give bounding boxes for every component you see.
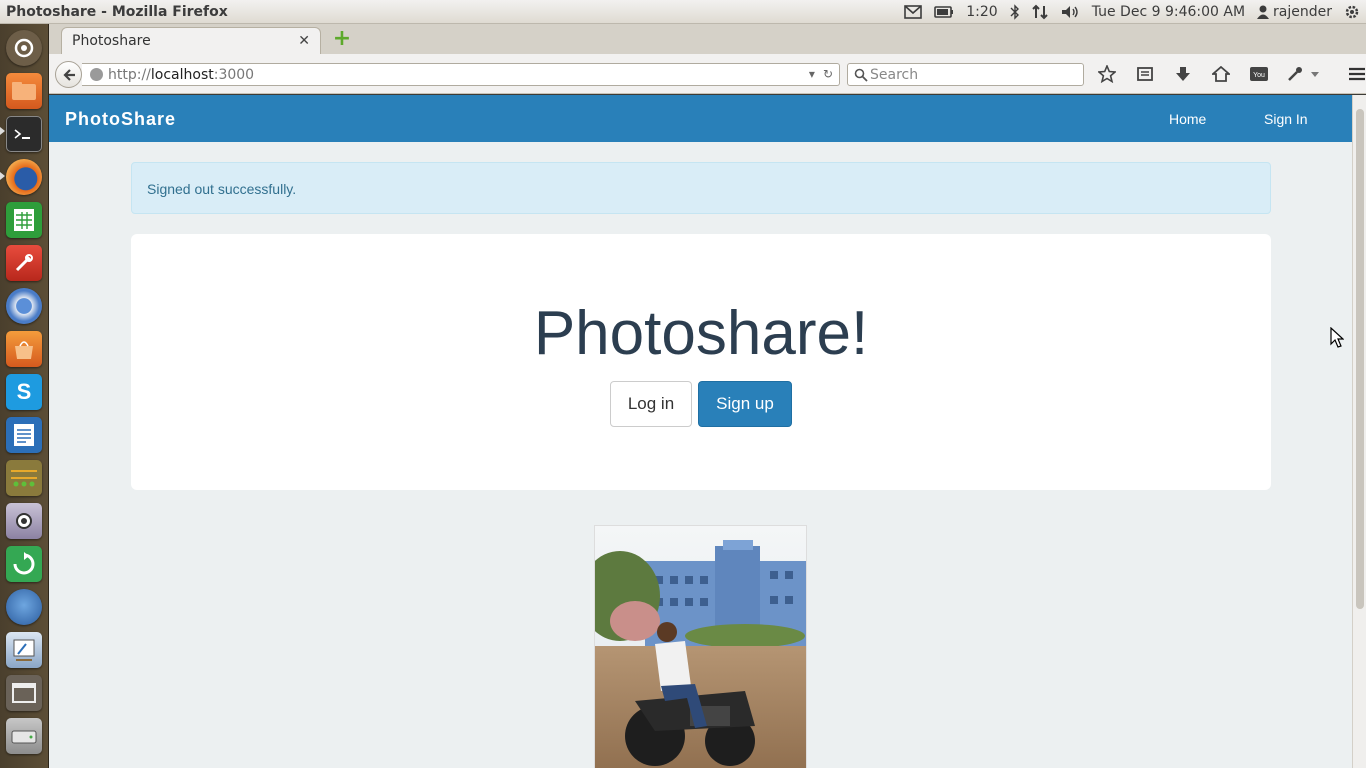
back-button[interactable] (55, 61, 82, 88)
page-title: Photoshare! (533, 299, 869, 368)
spreadsheet-icon[interactable] (6, 202, 42, 238)
clock[interactable]: Tue Dec 9 9:46:00 AM (1092, 4, 1245, 20)
nav-home-link[interactable]: Home (1169, 111, 1206, 127)
youtube-icon[interactable]: You (1249, 64, 1269, 84)
network-icon[interactable] (1031, 4, 1048, 20)
bookmarks-menu-icon[interactable] (1135, 64, 1155, 84)
toolbar-buttons: You (1097, 64, 1366, 84)
tab-title: Photoshare (72, 33, 151, 49)
launcher: S (0, 24, 49, 768)
page-scrollbar[interactable] (1352, 95, 1366, 768)
user-name: rajender (1273, 3, 1332, 20)
globe-icon (90, 68, 103, 81)
search-icon (854, 68, 868, 82)
webcam-icon[interactable] (6, 503, 42, 539)
search-input[interactable]: Search (847, 63, 1084, 86)
mouse-cursor-icon (1330, 326, 1345, 353)
sign-up-button[interactable]: Sign up (698, 381, 792, 427)
software-center-icon[interactable] (6, 331, 42, 367)
flash-alert: Signed out successfully. (131, 162, 1271, 214)
mail-icon[interactable] (904, 4, 923, 19)
new-tab-icon[interactable]: + (332, 28, 352, 50)
reload-icon[interactable]: ↻ (823, 67, 833, 81)
nav-sign-in-link[interactable]: Sign In (1264, 111, 1308, 127)
draw-icon[interactable] (6, 632, 42, 668)
url-port: :3000 (213, 66, 255, 83)
scrollbar-thumb[interactable] (1356, 109, 1364, 609)
dash-home-icon[interactable] (6, 30, 42, 66)
running-indicator (0, 127, 5, 135)
running-indicator (0, 172, 5, 180)
bluetooth-icon[interactable] (1010, 3, 1020, 20)
update-manager-icon[interactable] (6, 546, 42, 582)
page-viewport: PhotoShare Home Sign In Signed out succe… (49, 95, 1352, 768)
home-icon[interactable] (1211, 64, 1231, 84)
volume-icon[interactable] (1060, 4, 1080, 20)
developer-tools-icon[interactable] (1287, 64, 1321, 84)
skype-icon[interactable]: S (6, 374, 42, 410)
battery-icon[interactable] (934, 5, 954, 18)
browser-toolbar: http://localhost:3000 ▾ ↻ Search You (49, 54, 1366, 94)
user-menu[interactable]: rajender (1257, 4, 1332, 20)
url-bar[interactable]: http://localhost:3000 ▾ ↻ (82, 63, 840, 86)
close-tab-icon[interactable]: ✕ (298, 33, 310, 49)
user-photo[interactable] (594, 525, 807, 768)
indicator-area: 1:20 Tue Dec 9 9:46:00 AM rajender (904, 4, 1366, 20)
downloads-icon[interactable] (1173, 64, 1193, 84)
files-icon[interactable] (6, 73, 42, 109)
menu-hamburger-icon[interactable] (1347, 64, 1366, 84)
drive-icon[interactable] (6, 718, 42, 754)
gimp-icon[interactable] (6, 589, 42, 625)
chromium-icon[interactable] (6, 288, 42, 324)
workspaces-icon[interactable] (6, 460, 42, 496)
back-arrow-icon (62, 68, 75, 81)
window-icon[interactable] (6, 675, 42, 711)
bookmark-star-icon[interactable] (1097, 64, 1117, 84)
tab-photoshare[interactable]: Photoshare ✕ (61, 27, 321, 54)
site-navbar: PhotoShare Home Sign In (49, 95, 1352, 142)
jumbotron: Photoshare! Log in Sign up (131, 234, 1271, 490)
tab-bar: Photoshare ✕ + (49, 24, 1366, 54)
window-title: Photoshare - Mozilla Firefox (6, 3, 228, 20)
firefox-icon[interactable] (6, 159, 42, 195)
history-dropdown-icon[interactable]: ▾ (809, 67, 815, 81)
battery-time[interactable]: 1:20 (966, 4, 997, 20)
site-brand-link[interactable]: PhotoShare (65, 109, 176, 130)
svg-text:You: You (1253, 72, 1265, 79)
user-icon (1257, 5, 1270, 19)
system-settings-icon[interactable] (6, 245, 42, 281)
top-panel: Photoshare - Mozilla Firefox 1:20 Tue De… (0, 0, 1366, 24)
url-scheme: http:// (108, 66, 151, 83)
terminal-icon[interactable] (6, 116, 42, 152)
url-host: localhost (150, 66, 214, 83)
writer-icon[interactable] (6, 417, 42, 453)
system-gear-icon[interactable] (1344, 4, 1360, 20)
search-placeholder: Search (870, 66, 919, 83)
log-in-button[interactable]: Log in (610, 381, 692, 427)
